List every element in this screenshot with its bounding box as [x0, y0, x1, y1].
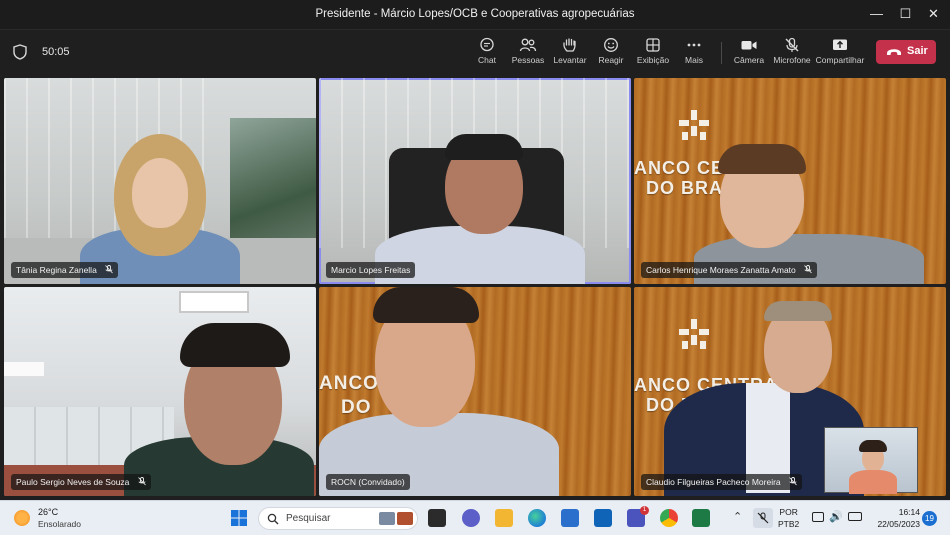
- outlook-icon[interactable]: [594, 509, 612, 527]
- window-title: Presidente - Márcio Lopes/OCB e Cooperat…: [315, 8, 635, 20]
- microphone-button[interactable]: Microfone: [766, 35, 818, 71]
- video-tile[interactable]: ANCO CENTRAL DO BRASIL Claudio Filgueira…: [634, 287, 946, 496]
- bcb-emblem-icon: [674, 108, 714, 148]
- participant-hair: [718, 144, 806, 174]
- bcb-emblem-icon: [674, 317, 714, 357]
- background-logo-text: DO BRA: [646, 178, 723, 198]
- search-highlight-icon: [379, 512, 395, 525]
- participant-hair: [764, 301, 832, 321]
- participant-nametag: Carlos Henrique Moraes Zanatta Amato: [641, 262, 818, 278]
- teams-notification-badge: 1: [640, 506, 649, 515]
- grid-icon: [646, 38, 660, 52]
- edge-browser-icon[interactable]: [528, 509, 546, 527]
- ceiling-light: [4, 362, 44, 376]
- clock-time: 16:14: [898, 507, 920, 517]
- mic-muted-icon: [105, 265, 114, 274]
- weather-condition[interactable]: Ensolarado: [38, 519, 81, 529]
- language-code: POR: [779, 507, 798, 517]
- self-view-hair: [859, 440, 887, 452]
- participant-hair: [445, 134, 523, 160]
- chat-icon: [480, 37, 494, 52]
- participant-nametag: ROCN (Convidado): [326, 474, 410, 490]
- weather-sun-icon[interactable]: [14, 510, 30, 526]
- meeting-toolbar: 50:05 Chat Pessoas Levantar Reagir Exibi…: [0, 30, 950, 76]
- video-tile[interactable]: ANCO CENTRAL DO BRA Carlos Henrique Mora…: [634, 78, 946, 284]
- microsoft-store-icon[interactable]: [561, 509, 579, 527]
- toolbar-divider: [721, 42, 722, 64]
- participant-nametag: Paulo Sergio Neves de Souza: [11, 474, 151, 490]
- teams-icon[interactable]: 1: [627, 506, 649, 527]
- share-button[interactable]: Compartilhar: [814, 35, 866, 71]
- shield-icon: [13, 44, 27, 60]
- video-tile[interactable]: Paulo Sergio Neves de Souza: [4, 287, 316, 496]
- window-view: [230, 118, 316, 258]
- clock-date: 22/05/2023: [877, 519, 920, 529]
- notification-count-badge[interactable]: 19: [922, 511, 937, 526]
- participant-nametag: Tânia Regina Zanella: [11, 262, 119, 278]
- microphone-label: Microfone: [773, 55, 811, 65]
- video-tile[interactable]: Tânia Regina Zanella: [4, 78, 316, 284]
- display-icon[interactable]: [812, 512, 824, 522]
- video-tile[interactable]: ANCO RAL DO ROCN (Convidado): [319, 287, 631, 496]
- file-explorer-icon[interactable]: [495, 509, 513, 527]
- self-view-preview[interactable]: [824, 427, 918, 494]
- share-label: Compartilhar: [815, 55, 865, 65]
- participant-nametag: Marcio Lopes Freitas: [326, 262, 416, 278]
- more-icon: [687, 43, 701, 47]
- participant-nametag: Claudio Filgueiras Pacheco Moreira: [641, 474, 803, 490]
- ceiling-light: [179, 291, 249, 313]
- participant-name: Claudio Filgueiras Pacheco Moreira: [646, 477, 781, 487]
- mic-muted-icon: [137, 477, 146, 486]
- hand-icon: [563, 38, 576, 52]
- camera-icon: [741, 41, 757, 50]
- hang-up-icon: [887, 49, 901, 55]
- participant-name: ROCN (Convidado): [331, 477, 405, 487]
- share-icon: [833, 39, 847, 50]
- taskbar-clock[interactable]: 16:14 22/05/2023: [868, 506, 920, 530]
- keyboard-language[interactable]: POR PTB2: [778, 506, 799, 530]
- search-placeholder: Pesquisar: [286, 513, 331, 524]
- leave-button[interactable]: Sair: [876, 40, 936, 64]
- mic-muted-icon: [789, 477, 797, 486]
- mic-muted-tray-icon[interactable]: [753, 508, 773, 528]
- self-view-body: [849, 470, 897, 494]
- people-icon: [519, 38, 537, 52]
- leave-label: Sair: [907, 45, 928, 57]
- participant-name: Carlos Henrique Moraes Zanatta Amato: [646, 265, 796, 275]
- volume-icon[interactable]: 🔊: [829, 510, 843, 523]
- search-icon: [267, 513, 279, 525]
- mic-muted-icon: [804, 265, 812, 274]
- participant-hair: [373, 287, 479, 323]
- participant-face: [132, 158, 188, 228]
- teams-meeting-window: Presidente - Márcio Lopes/OCB e Cooperat…: [0, 0, 950, 535]
- more-button[interactable]: Mais: [668, 35, 720, 71]
- video-tile-active-speaker[interactable]: Marcio Lopes Freitas: [319, 78, 631, 284]
- mic-off-icon: [785, 37, 799, 52]
- teams-chat-icon[interactable]: [462, 509, 480, 527]
- meeting-timer: 50:05: [42, 46, 70, 58]
- windows-taskbar: 26°C Ensolarado Pesquisar 1 ⌃ POR PTB2 🔊…: [0, 500, 950, 535]
- close-button[interactable]: ✕: [917, 0, 950, 30]
- keyboard-layout: PTB2: [778, 519, 800, 529]
- excel-icon[interactable]: [692, 509, 710, 527]
- chevron-up-icon[interactable]: ⌃: [733, 510, 742, 523]
- participant-name: Marcio Lopes Freitas: [331, 265, 411, 275]
- chrome-icon[interactable]: [660, 509, 678, 527]
- title-bar: Presidente - Márcio Lopes/OCB e Cooperat…: [0, 0, 950, 30]
- weather-temperature[interactable]: 26°C: [38, 507, 58, 517]
- smile-icon: [604, 38, 618, 52]
- more-label: Mais: [685, 55, 703, 65]
- participant-hair: [180, 323, 290, 367]
- battery-icon[interactable]: [848, 512, 862, 521]
- participant-name: Tânia Regina Zanella: [16, 265, 97, 275]
- search-highlight-icon: [397, 512, 413, 525]
- background-logo-text: DO: [341, 397, 372, 418]
- taskbar-search[interactable]: Pesquisar: [258, 507, 418, 530]
- participant-name: Paulo Sergio Neves de Souza: [16, 477, 130, 487]
- windows-start-icon[interactable]: [230, 509, 248, 527]
- task-view-icon[interactable]: [428, 509, 446, 527]
